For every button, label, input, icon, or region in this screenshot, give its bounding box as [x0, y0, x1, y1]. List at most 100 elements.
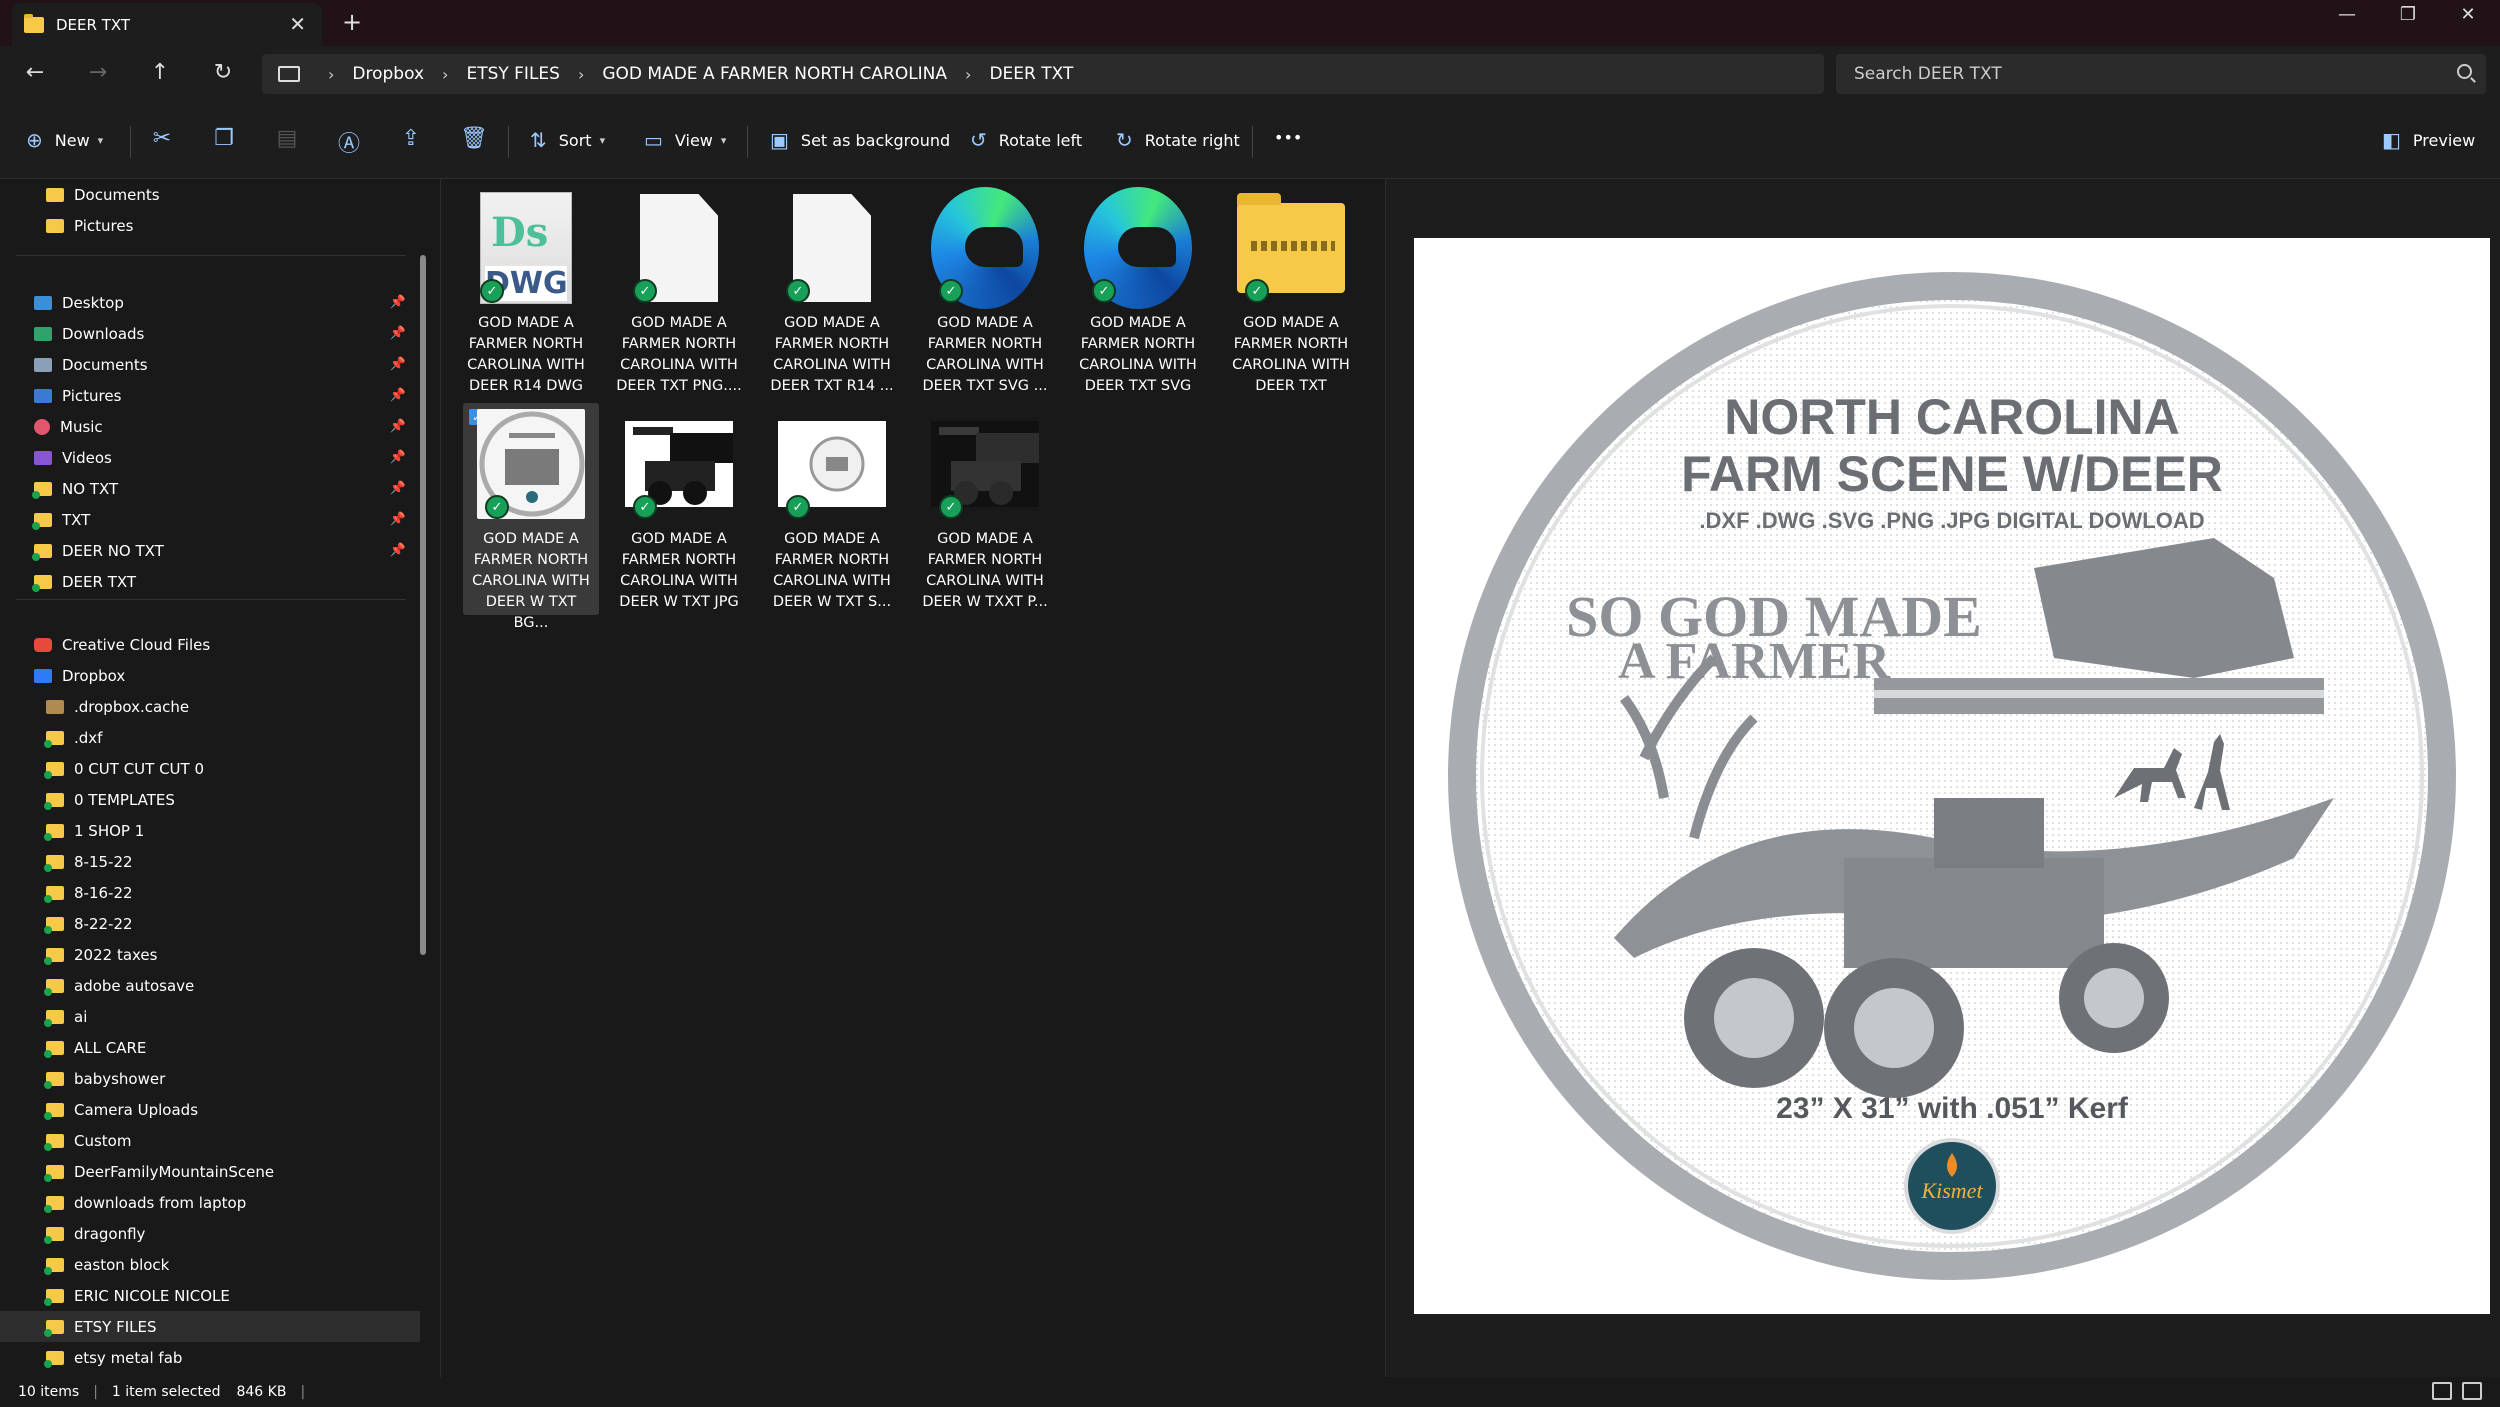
sidebar-item-label: ERIC NICOLE NICOLE — [74, 1286, 230, 1305]
view-button[interactable]: ▭ View ▾ — [644, 128, 726, 152]
sidebar-item-deer-no-txt[interactable]: DEER NO TXT 📌 — [0, 535, 420, 566]
new-tab-button[interactable]: + — [342, 8, 362, 36]
new-button[interactable]: ⊕ New ▾ — [26, 128, 103, 152]
sidebar-item-eric-nicole[interactable]: ERIC NICOLE NICOLE — [0, 1280, 420, 1311]
sidebar-item-dragonfly[interactable]: dragonfly — [0, 1218, 420, 1249]
cut-button[interactable]: ✂ — [148, 126, 176, 151]
share-button[interactable]: ⇪ — [397, 126, 425, 151]
folder-icon — [44, 947, 64, 965]
documents-icon — [34, 357, 52, 372]
file-item[interactable]: ✓ GOD MADE A FARMER NORTH CAROLINA WITH DEE… — [917, 187, 1053, 399]
file-item[interactable]: Ds DWG ✓ GOD MADE A FARMER NORTH CAROLINA W… — [458, 187, 594, 399]
sidebar-item-dropbox-cache[interactable]: .dropbox.cache — [0, 691, 420, 722]
sidebar-item-adobe-autosave[interactable]: adobe autosave — [0, 970, 420, 1001]
sidebar-item-etsy-files[interactable]: ETSY FILES — [0, 1311, 420, 1342]
close-tab-button[interactable]: ✕ — [289, 12, 306, 36]
sidebar-item-8-16-22[interactable]: 8-16-22 — [0, 877, 420, 908]
sidebar-item-all-care[interactable]: ALL CARE — [0, 1032, 420, 1063]
close-window-button[interactable]: ✕ — [2448, 4, 2488, 25]
file-item[interactable]: ✓ GOD MADE A FARMER NORTH CAROLINA WITH DEE… — [1223, 187, 1359, 399]
sidebar-item-ai[interactable]: ai — [0, 1001, 420, 1032]
sidebar-item-downloads-from-laptop[interactable]: downloads from laptop — [0, 1187, 420, 1218]
sidebar-item-babyshower[interactable]: babyshower — [0, 1063, 420, 1094]
sidebar-item-music[interactable]: Music 📌 — [0, 411, 420, 442]
file-item[interactable]: ✓ GOD MADE A FARMER NORTH CAROLINA WITH DEE… — [1070, 187, 1206, 399]
divider — [1252, 126, 1253, 158]
sidebar-item-downloads[interactable]: Downloads 📌 — [0, 318, 420, 349]
tab-deer-txt[interactable]: DEER TXT ✕ — [12, 3, 322, 46]
sidebar-item-no-txt[interactable]: NO TXT 📌 — [0, 473, 420, 504]
this-pc-icon[interactable] — [278, 66, 300, 82]
plus-circle-icon: ⊕ — [26, 128, 43, 152]
sidebar-item-deer-family[interactable]: DeerFamilyMountainScene — [0, 1156, 420, 1187]
address-bar[interactable]: › Dropbox › ETSY FILES › GOD MADE A FARM… — [262, 54, 1824, 94]
back-button[interactable]: ← — [20, 60, 50, 85]
pin-icon[interactable]: 📌 — [390, 295, 406, 310]
pin-icon[interactable]: 📌 — [390, 326, 406, 341]
file-item[interactable]: ✓ GOD MADE A FARMER NORTH CAROLINA WITH DEE… — [764, 187, 900, 399]
pin-icon[interactable]: 📌 — [390, 419, 406, 434]
pin-icon[interactable]: 📌 — [390, 543, 406, 558]
tiles-view-icon[interactable] — [2462, 1382, 2482, 1400]
more-options-button[interactable]: ••• — [1274, 128, 1302, 147]
pin-icon[interactable]: 📌 — [390, 512, 406, 527]
preview-pane: NORTH CAROLINA FARM SCENE W/DEER .DXF .D… — [1386, 179, 2500, 1377]
file-item-selected[interactable]: ✓ ✓ GOD MADE AFARMER NORTHCAROLINA WITHD… — [463, 403, 599, 631]
copy-button[interactable]: ❐ — [210, 126, 238, 151]
breadcrumb-god-made-a-farmer[interactable]: GOD MADE A FARMER NORTH CAROLINA — [602, 64, 947, 84]
sidebar-item-easton-block[interactable]: easton block — [0, 1249, 420, 1280]
sidebar-item-dropbox[interactable]: Dropbox — [0, 660, 420, 691]
maximize-button[interactable]: ❐ — [2388, 4, 2428, 25]
sidebar-item-desktop[interactable]: Desktop 📌 — [0, 287, 420, 318]
forward-button[interactable]: → — [83, 60, 113, 85]
sidebar-item-pictures-quick[interactable]: Pictures 📌 — [0, 380, 420, 411]
folder-icon — [44, 978, 64, 996]
file-item[interactable]: ✓ GOD MADE A FARMER NORTH CAROLINA WITH DEE… — [917, 403, 1053, 615]
refresh-button[interactable]: ↻ — [208, 60, 238, 85]
sidebar-item-0-templates[interactable]: 0 TEMPLATES — [0, 784, 420, 815]
details-view-icon[interactable] — [2432, 1382, 2452, 1400]
pin-icon[interactable]: 📌 — [390, 357, 406, 372]
file-item[interactable]: ✓ GOD MADE A FARMER NORTH CAROLINA WITH DEE… — [611, 403, 747, 615]
sidebar-item-label: .dxf — [74, 728, 103, 747]
breadcrumb-deer-txt[interactable]: DEER TXT — [989, 64, 1073, 84]
sidebar-item-documents[interactable]: Documents — [0, 179, 420, 210]
set-as-background-button[interactable]: ▣ Set as background — [770, 128, 950, 152]
sidebar-item-label: easton block — [74, 1255, 170, 1274]
sidebar-item-creative-cloud[interactable]: Creative Cloud Files — [0, 629, 420, 660]
preview-pane-button[interactable]: ◧ Preview — [2382, 128, 2475, 152]
pin-icon[interactable]: 📌 — [390, 450, 406, 465]
sidebar-item-custom[interactable]: Custom — [0, 1125, 420, 1156]
sidebar-item-videos[interactable]: Videos 📌 — [0, 442, 420, 473]
chevron-down-icon: ▾ — [97, 133, 104, 147]
breadcrumb-etsy-files[interactable]: ETSY FILES — [466, 64, 560, 84]
file-item[interactable]: ✓ GOD MADE A FARMER NORTH CAROLINA WITH DEE… — [611, 187, 747, 399]
sidebar-item-label: 0 CUT CUT CUT 0 — [74, 759, 205, 778]
search-input[interactable]: Search DEER TXT — [1836, 54, 2486, 94]
sidebar-item-0-cut[interactable]: 0 CUT CUT CUT 0 — [0, 753, 420, 784]
sidebar-item-8-15-22[interactable]: 8-15-22 — [0, 846, 420, 877]
sidebar-item-etsy-metal-fab[interactable]: etsy metal fab — [0, 1342, 420, 1373]
sidebar-item-2022-taxes[interactable]: 2022 taxes — [0, 939, 420, 970]
sidebar-item-1-shop[interactable]: 1 SHOP 1 — [0, 815, 420, 846]
up-button[interactable]: ↑ — [145, 60, 175, 85]
sidebar-item-dxf[interactable]: .dxf — [0, 722, 420, 753]
sort-button[interactable]: ⇅ Sort ▾ — [530, 128, 605, 152]
sidebar-item-8-22-22[interactable]: 8-22-22 — [0, 908, 420, 939]
rotate-right-button[interactable]: ↻ Rotate right — [1116, 128, 1240, 152]
pin-icon[interactable]: 📌 — [390, 388, 406, 403]
sidebar-scrollbar[interactable] — [420, 255, 426, 955]
delete-button[interactable]: 🗑 — [460, 126, 488, 151]
sidebar-item-documents-quick[interactable]: Documents 📌 — [0, 349, 420, 380]
breadcrumb-dropbox[interactable]: Dropbox — [352, 64, 424, 84]
sidebar-item-camera-uploads[interactable]: Camera Uploads — [0, 1094, 420, 1125]
pin-icon[interactable]: 📌 — [390, 481, 406, 496]
rename-button[interactable]: Ⓐ — [335, 126, 363, 158]
minimize-button[interactable]: — — [2327, 4, 2367, 25]
paste-button[interactable]: ▤ — [273, 126, 301, 151]
file-item[interactable]: ✓ GOD MADE A FARMER NORTH CAROLINA WITH DEE… — [764, 403, 900, 615]
sidebar-item-deer-txt[interactable]: DEER TXT — [0, 566, 420, 597]
sidebar-item-pictures[interactable]: Pictures — [0, 210, 420, 241]
sidebar-item-txt[interactable]: TXT 📌 — [0, 504, 420, 535]
rotate-left-button[interactable]: ↺ Rotate left — [970, 128, 1082, 152]
